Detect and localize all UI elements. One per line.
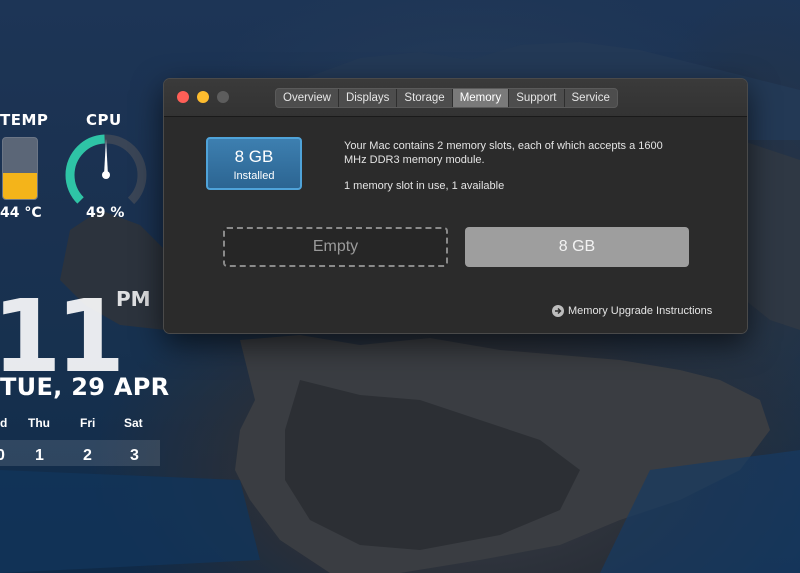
temp-widget-value: 44 °C <box>0 205 42 221</box>
memory-slots-usage: 1 memory slot in use, 1 available <box>344 180 505 192</box>
week-day-number: 1 <box>35 447 44 464</box>
temp-gauge-fill <box>3 173 37 199</box>
installed-memory-label: Installed <box>233 170 275 182</box>
clock-meridiem: PM <box>116 287 151 311</box>
week-day-number: 2 <box>83 447 92 464</box>
temp-widget-label: TEMP <box>0 111 49 129</box>
tab-memory[interactable]: Memory <box>452 89 510 107</box>
memory-slots-description: Your Mac contains 2 memory slots, each o… <box>344 140 663 166</box>
tab-storage[interactable]: Storage <box>397 89 453 107</box>
installed-memory-size: 8 GB <box>234 147 274 166</box>
tab-support[interactable]: Support <box>509 89 565 107</box>
minimize-button[interactable] <box>197 91 209 103</box>
week-day-name: Sat <box>124 416 143 430</box>
zoom-button[interactable] <box>217 91 229 103</box>
tab-service[interactable]: Service <box>565 89 617 107</box>
week-day-name: d <box>0 416 8 430</box>
cpu-gauge <box>65 134 147 213</box>
week-day-name: Thu <box>28 416 50 430</box>
week-day-number: 3 <box>130 447 139 464</box>
memory-upgrade-link-label: Memory Upgrade Instructions <box>568 305 713 317</box>
cpu-gauge-needle <box>104 139 108 175</box>
arrow-right-circle-icon <box>552 305 564 317</box>
memory-upgrade-link[interactable]: Memory Upgrade Instructions <box>552 305 712 317</box>
tab-overview[interactable]: Overview <box>276 89 339 107</box>
cpu-widget-label: CPU <box>86 111 122 129</box>
installed-memory-badge: 8 GB Installed <box>206 137 302 190</box>
temp-gauge-bar <box>2 137 38 200</box>
memory-slot-empty: Empty <box>223 227 448 267</box>
close-button[interactable] <box>177 91 189 103</box>
cpu-widget-value: 49 % <box>86 205 125 221</box>
tab-displays[interactable]: Displays <box>339 89 398 107</box>
week-day-name: Fri <box>80 416 96 430</box>
clock-date: TUE, 29 APR <box>0 373 170 401</box>
week-day-number: 0 <box>0 447 5 464</box>
tab-bar: Overview Displays Storage Memory Support… <box>275 88 618 108</box>
about-this-mac-window: Overview Displays Storage Memory Support… <box>163 78 748 334</box>
memory-slot-filled: 8 GB <box>465 227 689 267</box>
window-titlebar[interactable]: Overview Displays Storage Memory Support… <box>164 79 747 117</box>
memory-panel: 8 GB Installed Your Mac contains 2 memor… <box>164 117 747 333</box>
